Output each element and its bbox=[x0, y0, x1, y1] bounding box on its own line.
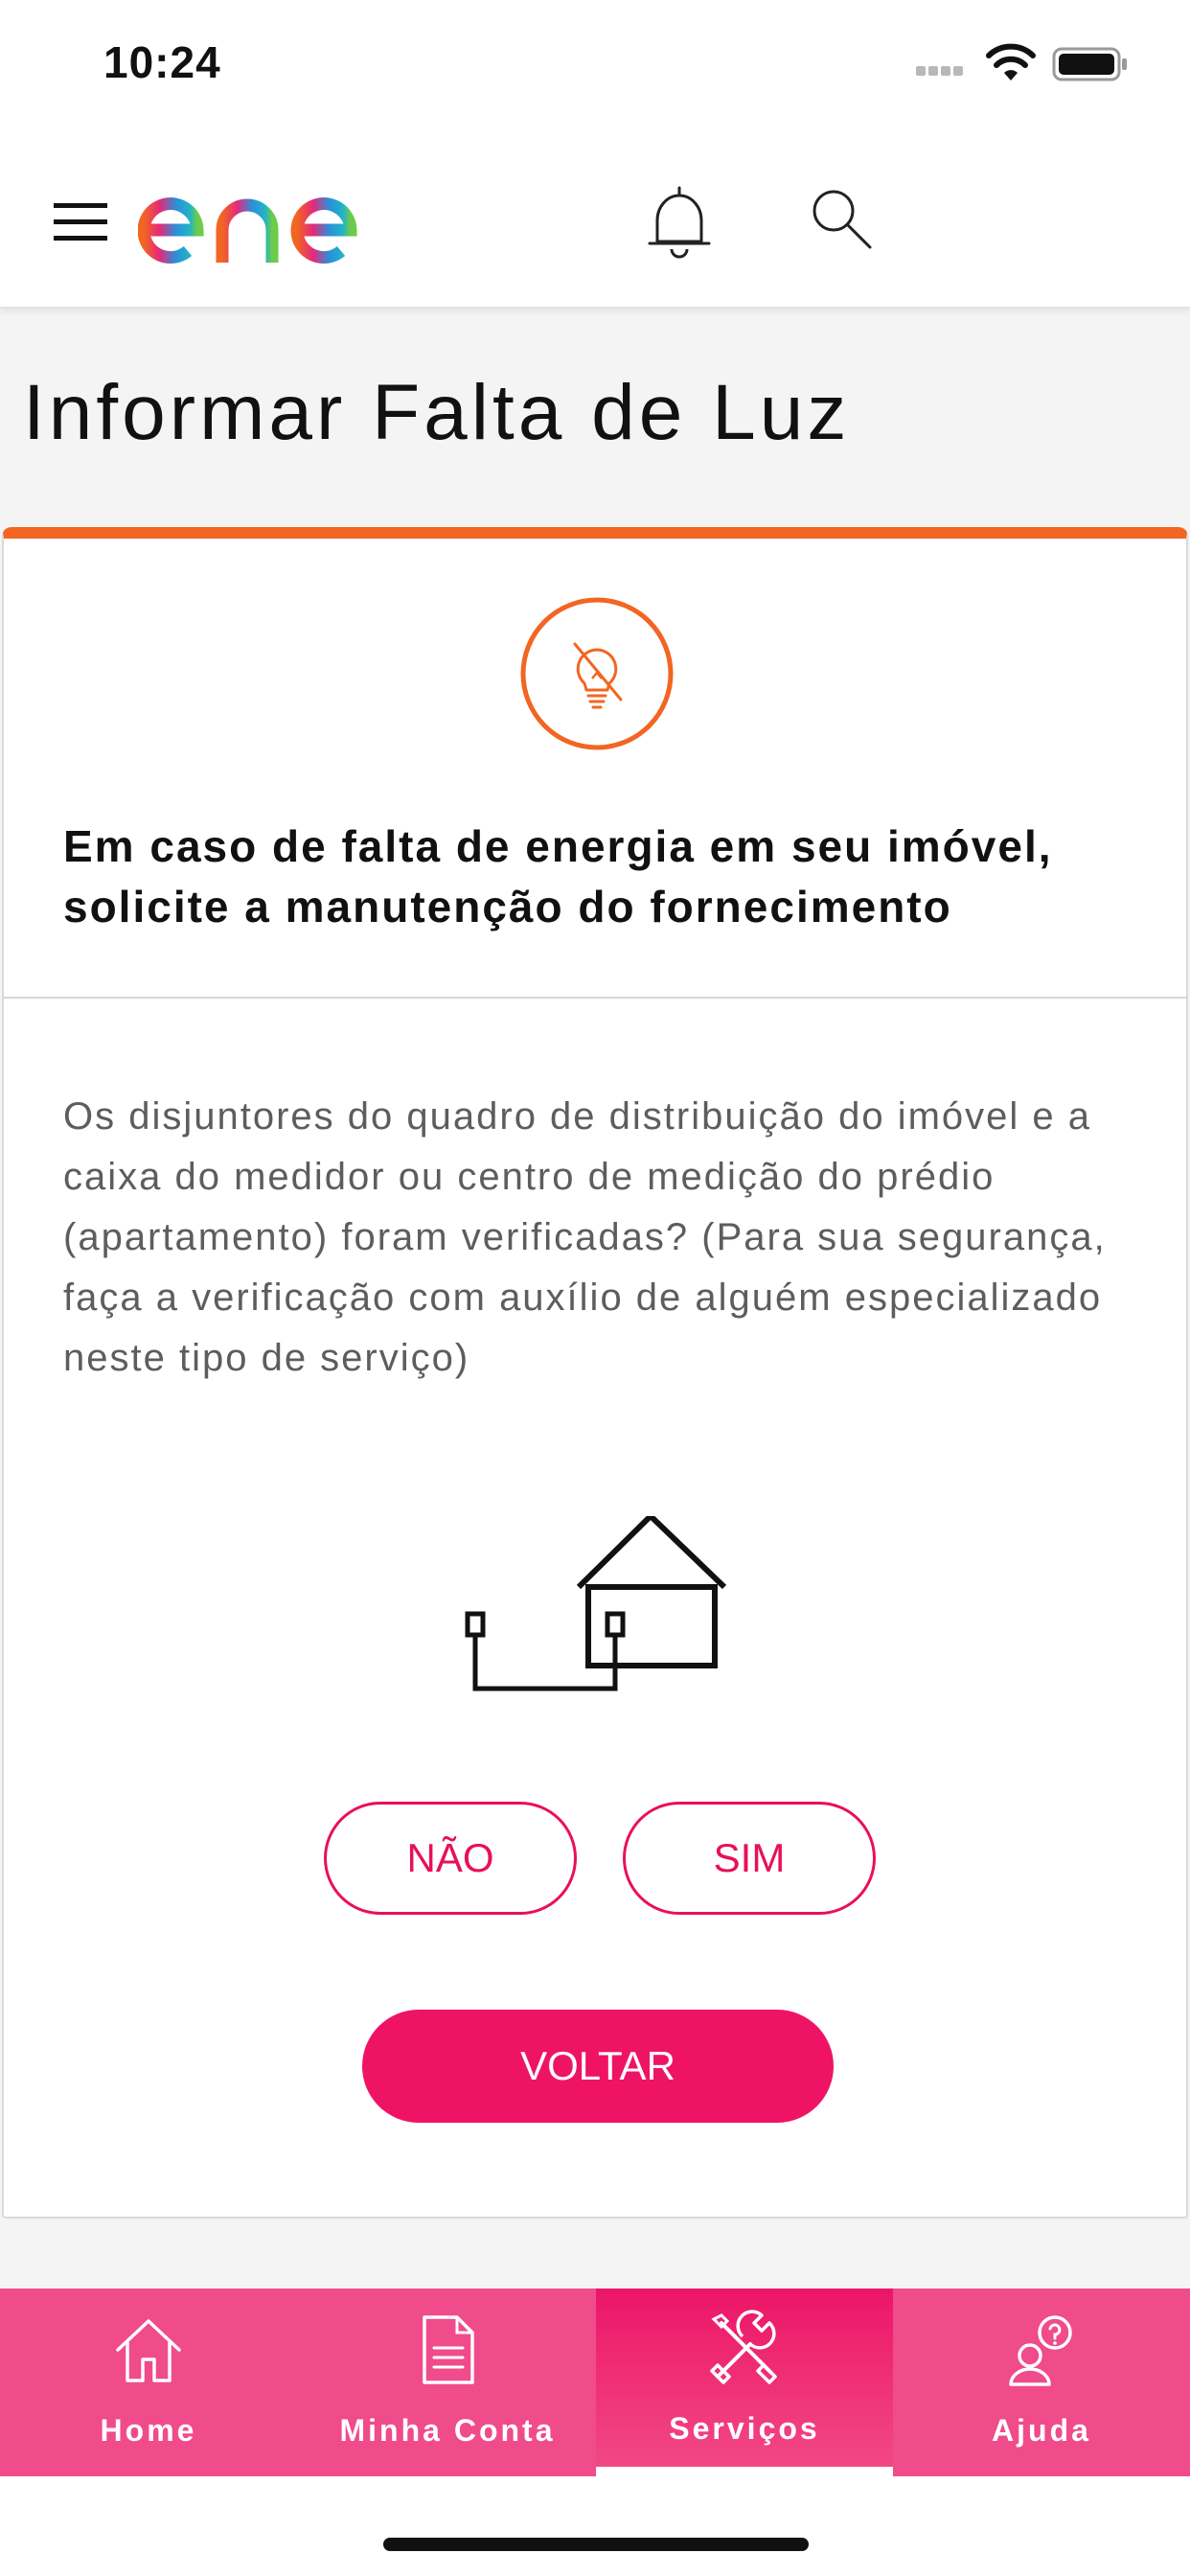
help-person-icon bbox=[1009, 2315, 1072, 2386]
battery-icon bbox=[1052, 47, 1127, 81]
cellular-signal-icon bbox=[916, 63, 972, 77]
tools-icon bbox=[710, 2310, 777, 2384]
search-icon[interactable] bbox=[807, 184, 876, 253]
house-meter-illustration bbox=[465, 1516, 727, 1691]
tab-home-label: Home bbox=[100, 2413, 197, 2448]
notifications-bell-icon[interactable] bbox=[644, 182, 715, 259]
no-button[interactable]: NÃO bbox=[324, 1802, 577, 1915]
bottom-tab-bar: Home Minha Conta Serviços Ajuda bbox=[0, 2288, 1190, 2476]
back-button[interactable]: VOLTAR bbox=[362, 2010, 834, 2123]
enel-logo bbox=[138, 163, 388, 264]
tab-ajuda-label: Ajuda bbox=[992, 2413, 1091, 2448]
status-time: 10:24 bbox=[103, 37, 221, 87]
tab-minha-conta-label: Minha Conta bbox=[339, 2413, 556, 2448]
app-header bbox=[0, 134, 1190, 309]
tab-home[interactable]: Home bbox=[0, 2288, 297, 2476]
page-title: Informar Falta de Luz bbox=[23, 369, 851, 456]
wifi-icon bbox=[986, 43, 1036, 80]
tab-minha-conta[interactable]: Minha Conta bbox=[299, 2288, 596, 2476]
home-indicator[interactable] bbox=[383, 2538, 809, 2551]
hamburger-menu-icon[interactable] bbox=[54, 201, 109, 242]
verification-question: Os disjuntores do quadro de distribuição… bbox=[63, 1095, 1107, 1379]
home-indicator-area bbox=[0, 2476, 1190, 2576]
house-icon bbox=[116, 2319, 181, 2382]
status-bar: 10:24 bbox=[0, 0, 1190, 134]
tab-servicos[interactable]: Serviços bbox=[596, 2288, 893, 2476]
intro-text: Em caso de falta de energia em seu imóve… bbox=[63, 821, 1053, 932]
tab-servicos-label: Serviços bbox=[669, 2411, 820, 2446]
document-icon bbox=[423, 2315, 474, 2384]
no-light-bulb-icon bbox=[520, 597, 674, 750]
tab-ajuda[interactable]: Ajuda bbox=[893, 2288, 1190, 2476]
card-divider bbox=[4, 997, 1186, 999]
outage-report-card: Em caso de falta de energia em seu imóve… bbox=[2, 527, 1188, 2219]
yes-button[interactable]: SIM bbox=[623, 1802, 876, 1915]
